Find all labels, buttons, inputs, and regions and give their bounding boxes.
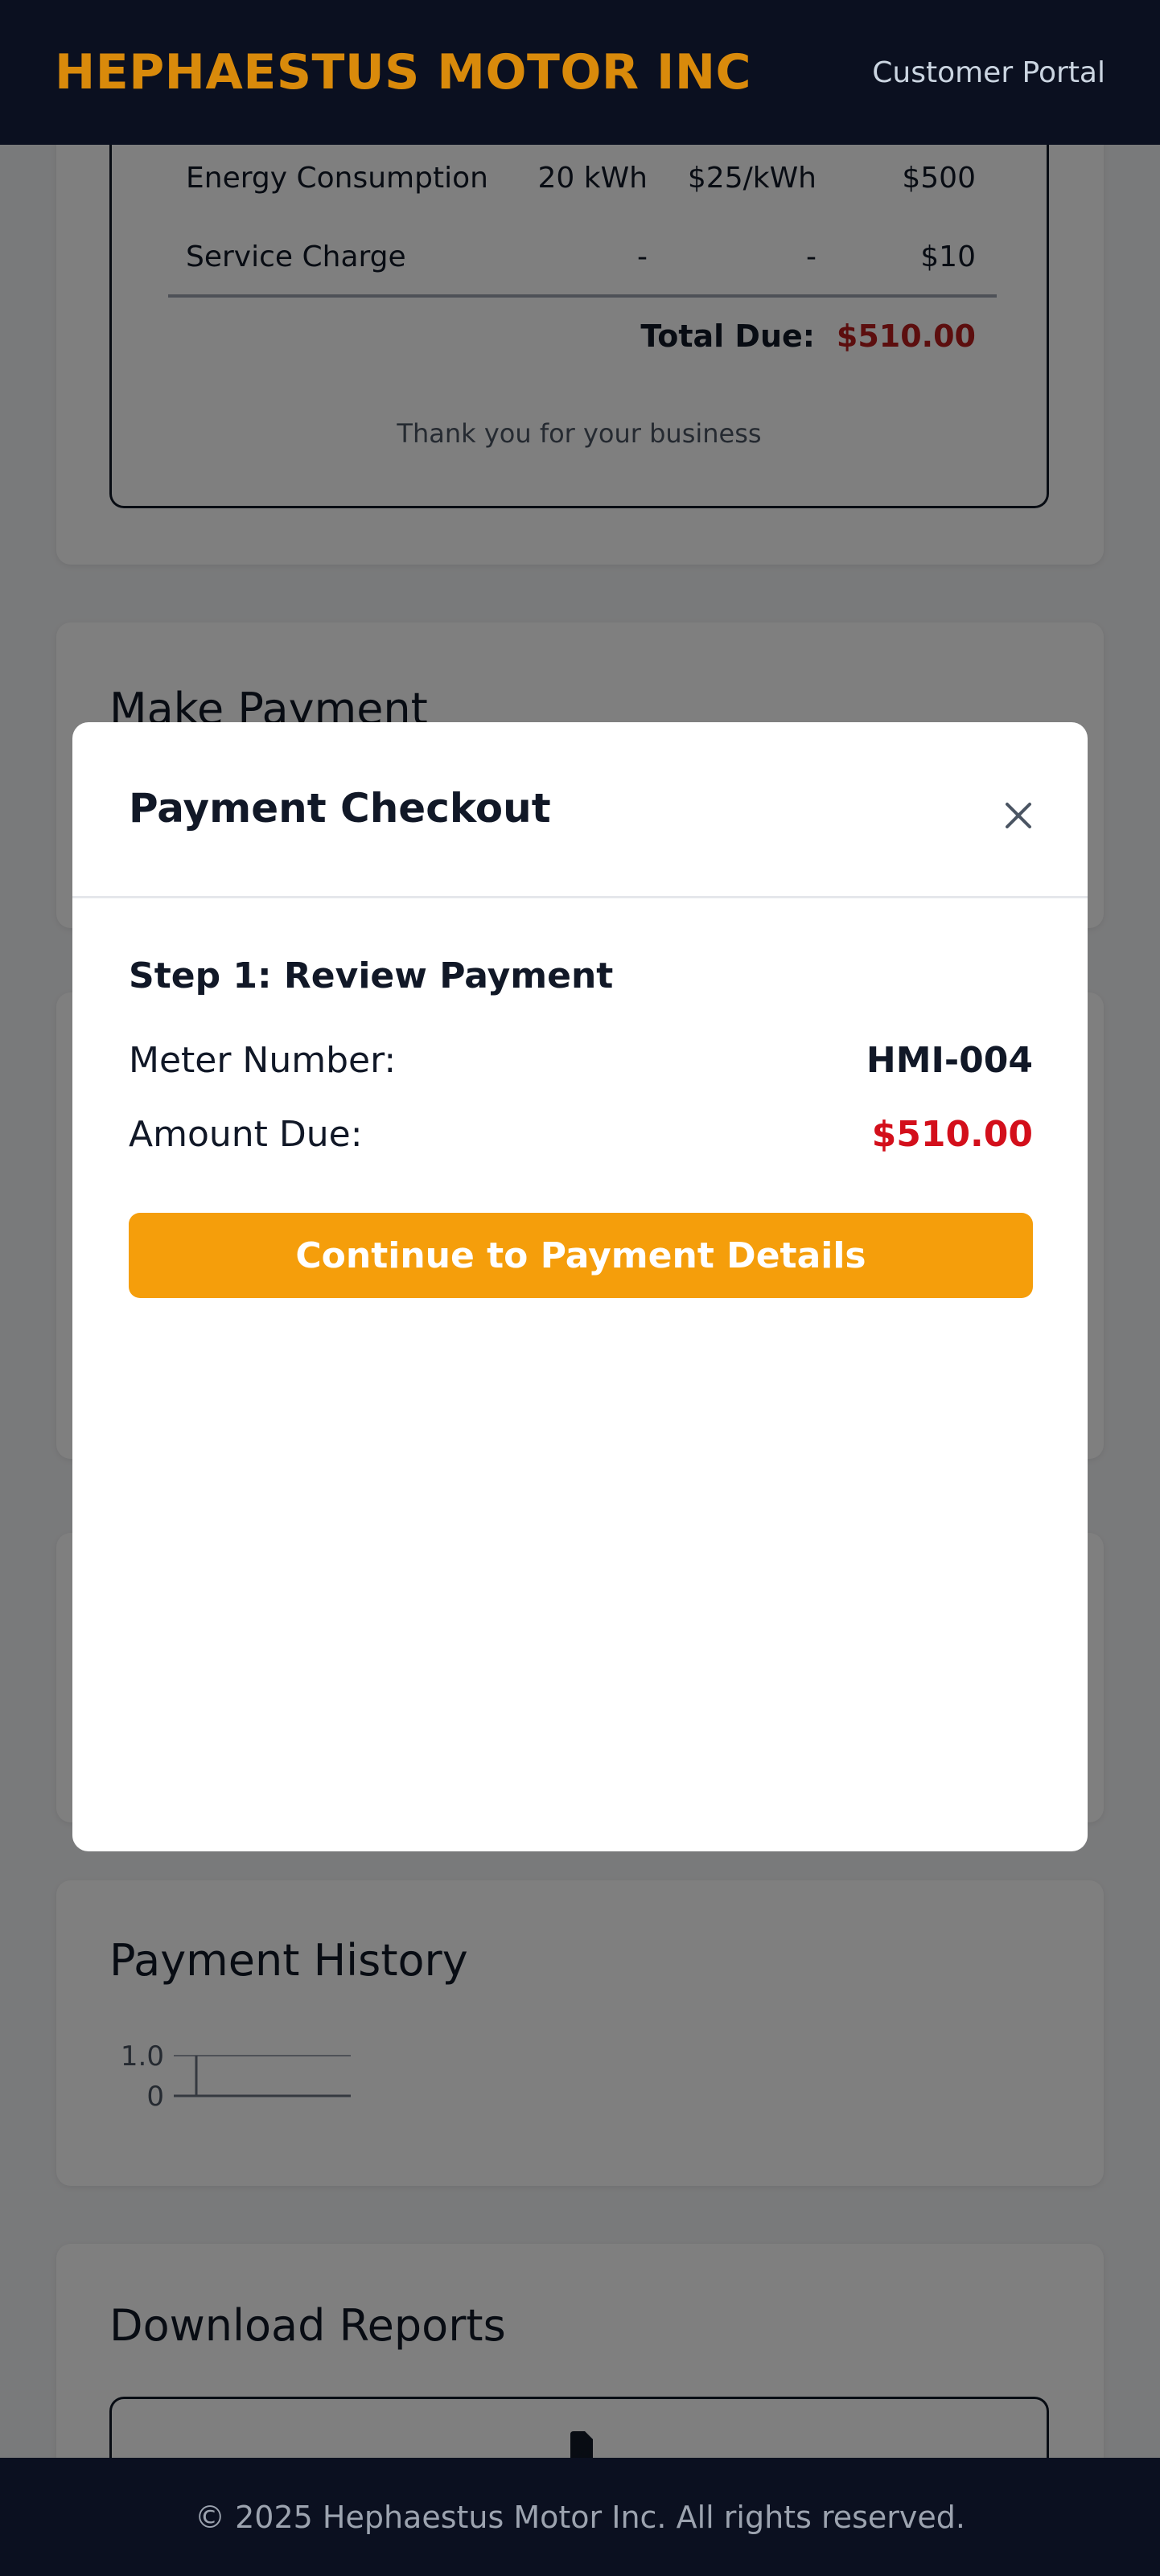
meter-number-value: HMI-004 (866, 1040, 1033, 1081)
amount-due-row: Amount Due: $510.00 (129, 1107, 1033, 1163)
brand-logo-text[interactable]: HEPHAESTUS MOTOR INC (55, 44, 751, 101)
footer: © 2025 Hephaestus Motor Inc. All rights … (0, 2458, 1160, 2576)
modal-header: Payment Checkout (72, 722, 1088, 898)
amount-due-value: $510.00 (871, 1114, 1033, 1155)
modal-title: Payment Checkout (129, 785, 551, 832)
meter-number-label: Meter Number: (129, 1040, 397, 1081)
close-button[interactable] (996, 793, 1041, 838)
continue-to-payment-button[interactable]: Continue to Payment Details (129, 1213, 1033, 1298)
customer-portal-link[interactable]: Customer Portal (872, 56, 1105, 89)
copyright-text: © 2025 Hephaestus Motor Inc. All rights … (195, 2499, 965, 2535)
amount-due-label: Amount Due: (129, 1114, 363, 1155)
close-icon (1006, 803, 1031, 828)
payment-checkout-modal: Payment Checkout Step 1: Review Payment … (72, 722, 1088, 1851)
meter-number-row: Meter Number: HMI-004 (129, 1033, 1033, 1089)
top-navbar: HEPHAESTUS MOTOR INC Customer Portal (0, 0, 1160, 145)
step-title: Step 1: Review Payment (129, 955, 614, 996)
